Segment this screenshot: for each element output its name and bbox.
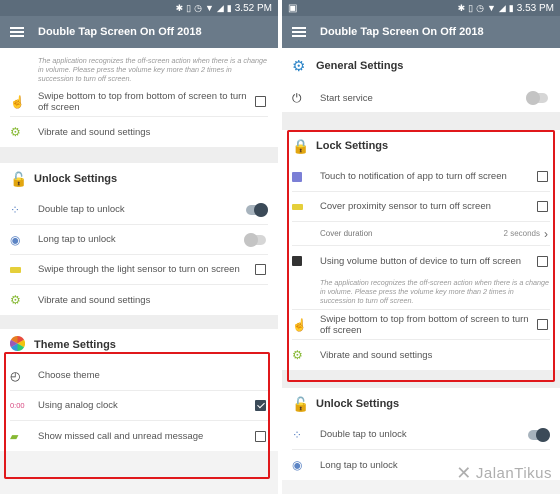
watermark: ✕ JalanTikus — [456, 463, 552, 483]
gear-icon: ⚙ — [292, 348, 303, 362]
cover-duration-value: 2 seconds — [503, 229, 540, 238]
double-tap-unlock-row[interactable]: ⁘ Double tap to unlock — [292, 420, 550, 450]
touch-notification-row[interactable]: Touch to notification of app to turn off… — [292, 162, 550, 192]
proximity-sensor-row[interactable]: Cover proximity sensor to turn off scree… — [292, 192, 550, 222]
swipe-bottom-checkbox[interactable] — [255, 96, 266, 107]
double-tap-unlock-row[interactable]: ⁘ Double tap to unlock — [10, 195, 268, 225]
status-bar: ✱ ▯ ◷ ▼ ◢ ▮ 3.52 PM — [0, 0, 278, 16]
status-time: 3.52 PM — [234, 2, 272, 14]
choose-theme-row[interactable]: ◴ Choose theme — [10, 361, 268, 391]
bluetooth-icon: ✱ — [457, 2, 466, 13]
vibrate-icon: ▯ — [186, 2, 192, 13]
volume-button-checkbox[interactable] — [537, 255, 548, 267]
long-tap-unlock-row[interactable]: ◉ Long tap to unlock — [10, 225, 268, 255]
light-sensor-checkbox[interactable] — [255, 264, 266, 275]
missed-call-row[interactable]: ▰ Show missed call and unread message — [10, 421, 268, 451]
double-dot-icon: ⁘ — [292, 427, 303, 442]
app-bar: Double Tap Screen On Off 2018 — [0, 16, 278, 48]
vibrate-sound-row-unlock[interactable]: ⚙ Vibrate and sound settings — [10, 285, 268, 315]
bluetooth-icon: ✱ — [175, 2, 184, 13]
clock-icon: ◴ — [10, 368, 21, 383]
power-icon: ⏻ — [292, 90, 302, 105]
lock-settings-tail: The application recognizes the off-scree… — [0, 48, 278, 147]
proximity-sensor-checkbox[interactable] — [537, 201, 548, 212]
volume-device-icon — [292, 256, 314, 266]
unlock-padlock-icon: 🔓 — [292, 395, 310, 412]
swipe-hand-icon: ☝ — [292, 317, 307, 332]
battery-icon: ▮ — [508, 2, 514, 13]
swipe-bottom-row[interactable]: ☝ Swipe bottom to top from bottom of scr… — [10, 87, 268, 117]
status-bar: ▣ ✱ ▯ ◷ ▼ ◢ ▮ 3.53 PM — [282, 0, 560, 16]
general-settings-section: ⚙ General Settings ⏻ Start service — [282, 48, 560, 112]
right-phone-screen: ▣ ✱ ▯ ◷ ▼ ◢ ▮ 3.53 PM Double Tap Screen … — [282, 0, 560, 494]
single-dot-icon: ◉ — [292, 458, 303, 472]
unlock-settings-header: 🔓 Unlock Settings — [10, 170, 118, 187]
app-bar: Double Tap Screen On Off 2018 — [282, 16, 560, 48]
padlock-icon: 🔒 — [292, 137, 310, 154]
alarm-icon: ◷ — [476, 2, 484, 13]
double-dot-icon: ⁘ — [10, 202, 21, 217]
theme-settings-header: Theme Settings — [9, 329, 268, 361]
sensor-icon — [10, 266, 32, 273]
swipe-hand-icon: ☝ — [10, 94, 25, 109]
swipe-bottom-row[interactable]: ☝ Swipe bottom to top from bottom of scr… — [292, 310, 550, 340]
gears-icon: ⚙ — [292, 58, 306, 75]
long-tap-unlock-toggle[interactable] — [244, 232, 266, 247]
cover-duration-row[interactable]: Cover duration 2 seconds › — [292, 222, 550, 246]
start-service-toggle[interactable] — [526, 91, 548, 105]
vibrate-sound-row-lock[interactable]: ⚙ Vibrate and sound settings — [10, 117, 268, 147]
lock-settings-header: 🔒 Lock Settings — [292, 137, 389, 154]
signal-icon: ◢ — [216, 2, 224, 13]
gear-icon: ⚙ — [10, 293, 21, 307]
gallery-icon: ▣ — [288, 2, 298, 14]
touch-notification-checkbox[interactable] — [537, 171, 548, 182]
unlock-padlock-icon: 🔓 — [10, 170, 28, 187]
battery-icon: ▮ — [226, 2, 232, 13]
signal-icon: ◢ — [498, 2, 506, 13]
sensor-icon — [292, 203, 314, 210]
unlock-settings-header: 🔓 Unlock Settings — [292, 395, 400, 412]
vibrate-icon: ▯ — [468, 2, 474, 13]
wifi-icon: ▼ — [486, 2, 496, 13]
digital-clock-icon: 0:00 — [10, 401, 25, 410]
analog-clock-row[interactable]: 0:00 Using analog clock — [10, 391, 268, 421]
app-title: Double Tap Screen On Off 2018 — [320, 26, 484, 38]
gear-icon: ⚙ — [10, 125, 21, 139]
watermark-logo-icon: ✕ — [456, 463, 472, 483]
hamburger-menu-icon[interactable] — [10, 27, 24, 37]
alarm-icon: ◷ — [194, 2, 202, 13]
general-settings-header: ⚙ General Settings — [292, 58, 404, 75]
swipe-bottom-checkbox[interactable] — [537, 319, 548, 330]
volume-button-row[interactable]: Using volume button of device to turn of… — [292, 246, 550, 276]
volume-description: The application recognizes the off-scree… — [38, 56, 267, 83]
status-time: 3.53 PM — [516, 2, 554, 14]
message-icon: ▰ — [10, 430, 19, 443]
color-wheel-icon — [9, 335, 32, 354]
analog-clock-checkbox[interactable] — [255, 400, 266, 411]
double-tap-unlock-toggle[interactable] — [246, 202, 268, 217]
single-dot-icon: ◉ — [10, 232, 21, 247]
volume-description: The application recognizes the off-scree… — [292, 276, 550, 310]
start-service-row[interactable]: ⏻ Start service — [292, 84, 550, 112]
double-tap-unlock-toggle[interactable] — [528, 427, 550, 442]
light-sensor-row[interactable]: Swipe through the light sensor to turn o… — [10, 255, 268, 285]
lock-settings-section: 🔒 Lock Settings Touch to notification of… — [282, 130, 560, 370]
vibrate-sound-row-lock[interactable]: ⚙ Vibrate and sound settings — [292, 340, 550, 370]
app-title: Double Tap Screen On Off 2018 — [38, 26, 202, 38]
notification-square-icon — [292, 171, 314, 182]
missed-call-checkbox[interactable] — [255, 430, 266, 442]
hamburger-menu-icon[interactable] — [292, 27, 306, 37]
unlock-settings-section: 🔓 Unlock Settings ⁘ Double tap to unlock… — [0, 163, 278, 315]
wifi-icon: ▼ — [204, 2, 214, 13]
left-phone-screen: ✱ ▯ ◷ ▼ ◢ ▮ 3.52 PM Double Tap Screen On… — [0, 0, 278, 494]
chevron-right-icon[interactable]: › — [544, 227, 548, 241]
theme-settings-section: Theme Settings ◴ Choose theme 0:00 Using… — [0, 329, 278, 451]
